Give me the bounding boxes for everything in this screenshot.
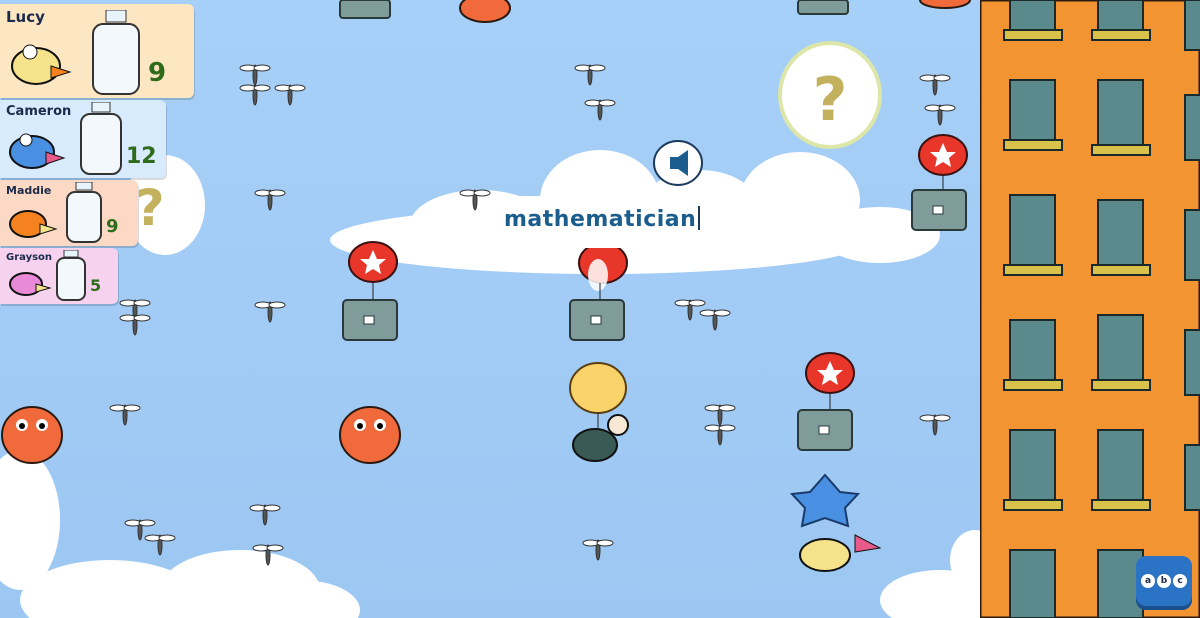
opponent-bird (789, 473, 882, 572)
question-mark-icon: ? (813, 65, 848, 135)
keyboard-letter: a (1141, 574, 1155, 588)
keyboard-letter: c (1173, 574, 1187, 588)
leaderboard-entry: Cameron 12 (0, 100, 166, 178)
mosquito (704, 404, 736, 426)
mosquito (919, 74, 951, 96)
mosquito-jar (92, 10, 140, 95)
balloon-box[interactable] (342, 241, 398, 341)
monster[interactable] (339, 406, 401, 464)
mosquito (254, 301, 286, 323)
player-avatar (11, 44, 72, 85)
mosquito (584, 99, 616, 121)
player-avatar (9, 210, 58, 238)
text-caret (698, 206, 701, 230)
mosquito (239, 84, 271, 106)
mosquito (119, 314, 151, 336)
keyboard-button[interactable]: a b c (1136, 556, 1192, 610)
monster (919, 0, 971, 9)
building (980, 0, 1200, 618)
mosquito (144, 534, 176, 556)
balloon-box[interactable] (911, 134, 968, 231)
mosquito (239, 64, 271, 86)
mosquito (699, 309, 731, 331)
monster (459, 0, 511, 23)
player-score: 9 (106, 216, 119, 237)
mosquito (924, 104, 956, 126)
mosquito (274, 84, 306, 106)
typed-word: mathematician (504, 207, 697, 232)
mosquito-jar (80, 102, 122, 175)
mosquito (919, 414, 951, 436)
player-score: 5 (90, 276, 102, 295)
monster[interactable] (1, 406, 63, 464)
mosquito-jar (66, 182, 102, 243)
player-name: Maddie (6, 184, 52, 197)
mosquito (674, 299, 706, 321)
player-score: 12 (126, 144, 157, 169)
mosquito-jar (56, 250, 86, 301)
keyboard-letter: b (1157, 574, 1171, 588)
player-avatar (9, 133, 66, 169)
word-input[interactable]: mathematician (504, 206, 701, 232)
player-name: Lucy (6, 8, 45, 26)
question-mark-icon: ? (135, 179, 164, 237)
bottom-left-cloud (0, 450, 360, 618)
leaderboard-entry: Grayson 5 (0, 248, 118, 304)
mosquito (574, 64, 606, 86)
mosquito (109, 404, 141, 426)
mosquito (704, 424, 736, 446)
player-score: 9 (148, 58, 167, 88)
audio-bubble[interactable] (653, 140, 703, 186)
leaderboard-entry: Maddie 9 (0, 180, 138, 246)
player-bird (569, 362, 629, 462)
player-name: Grayson (6, 252, 53, 263)
mosquito (254, 189, 286, 211)
supply-box (339, 0, 391, 19)
leaderboard-entry: Lucy 9 (0, 4, 194, 98)
balloon-box[interactable] (797, 352, 855, 451)
mosquito (582, 539, 614, 561)
supply-box (797, 0, 849, 15)
player-avatar (9, 272, 52, 296)
player-name: Cameron (6, 104, 72, 119)
mosquito (249, 504, 281, 526)
